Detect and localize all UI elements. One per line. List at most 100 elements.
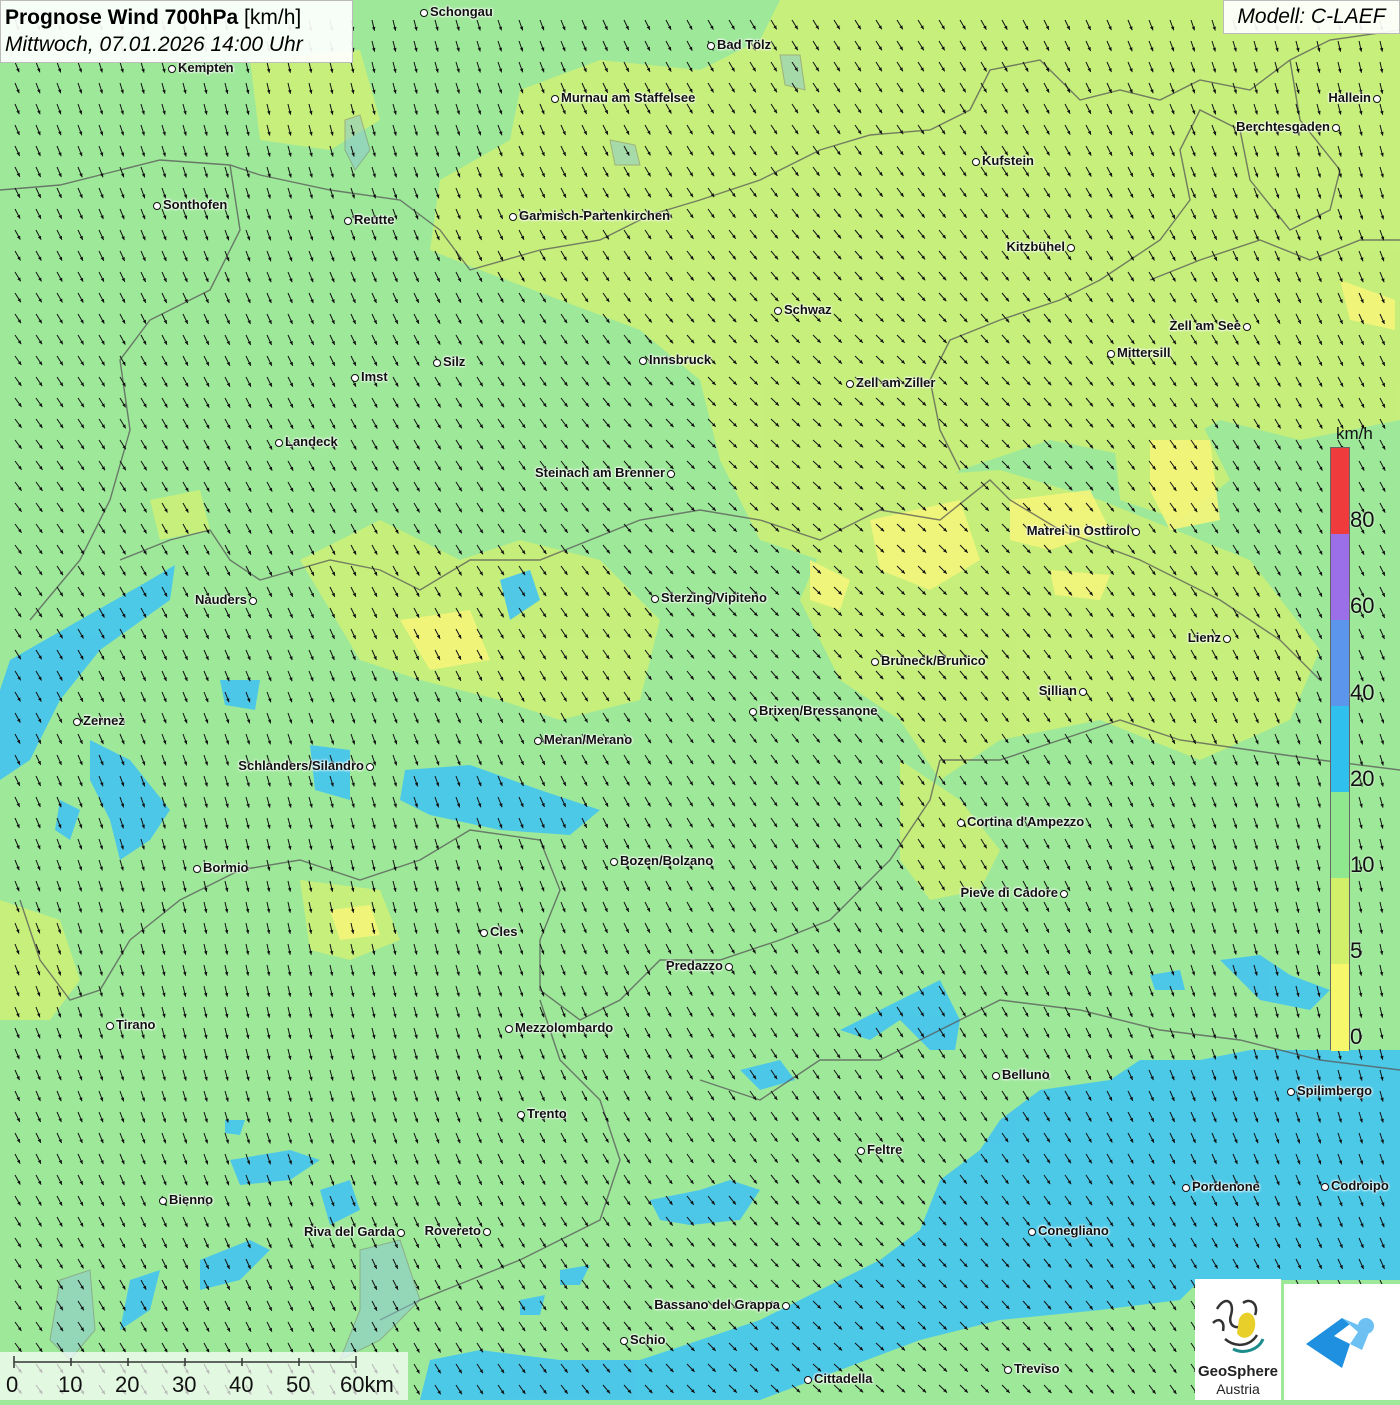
city-marker-icon — [1243, 323, 1251, 331]
city-label: Bormio — [203, 860, 249, 875]
city-marker-icon — [972, 158, 980, 166]
city-marker-icon — [667, 470, 675, 478]
city-marker-icon — [1107, 350, 1115, 358]
city-label: Treviso — [1014, 1361, 1060, 1376]
city-marker-icon — [992, 1072, 1000, 1080]
city-label: Zell am Ziller — [856, 375, 936, 390]
city-marker-icon — [153, 202, 161, 210]
city-label: Sillian — [1038, 683, 1077, 698]
geosphere-logo[interactable]: GeoSphere Austria — [1195, 1279, 1281, 1400]
scale-label-60km: 60km — [340, 1372, 394, 1397]
legend-segment-10 — [1331, 792, 1349, 878]
city-marker-icon — [707, 42, 715, 50]
city-label: Mezzolombardo — [515, 1020, 614, 1035]
city-marker-icon — [1028, 1228, 1036, 1236]
city-marker-icon — [433, 359, 441, 367]
city-label: Kempten — [178, 60, 234, 75]
city-marker-icon — [397, 1229, 405, 1237]
city-marker-icon — [551, 95, 559, 103]
city-marker-icon — [725, 963, 733, 971]
legend-segment-20 — [1331, 706, 1349, 792]
city-marker-icon — [1287, 1088, 1295, 1096]
city-marker-icon — [1132, 528, 1140, 536]
map-title: Prognose Wind 700hPa [km/h] — [5, 4, 348, 32]
scale-label-20: 20 — [115, 1372, 140, 1397]
city-label: Feltre — [867, 1142, 903, 1157]
city-label: Rovereto — [424, 1223, 481, 1238]
legend-label-0: 0 — [1350, 1024, 1363, 1049]
city-marker-icon — [1321, 1183, 1329, 1191]
map-title-main: Prognose Wind 700hPa — [5, 6, 239, 29]
cloud-arrow-icon — [1306, 1318, 1374, 1368]
legend-label-40: 40 — [1350, 680, 1375, 705]
city-marker-icon — [782, 1302, 790, 1310]
city-label: Schio — [630, 1332, 666, 1347]
geosphere-name: GeoSphere — [1197, 1363, 1279, 1380]
city-label: Innsbruck — [649, 352, 712, 367]
city-label: Berchtesgaden — [1236, 119, 1330, 134]
city-label: Mittersill — [1117, 345, 1171, 360]
model-label: Modell: C-LAEF — [1223, 0, 1400, 34]
city-marker-icon — [1182, 1184, 1190, 1192]
city-label: Reutte — [354, 212, 395, 227]
city-label: Trento — [527, 1106, 567, 1121]
city-label: Conegliano — [1038, 1223, 1109, 1238]
city-marker-icon — [749, 708, 757, 716]
forecast-datetime: Mittwoch, 07.01.2026 14:00 Uhr — [5, 33, 303, 56]
city-label: Bad Tölz — [717, 37, 772, 52]
city-label: Bruneck/Brunico — [881, 653, 986, 668]
city-marker-icon — [620, 1337, 628, 1345]
city-label: Bassano del Grappa — [654, 1297, 780, 1312]
city-label: Predazzo — [665, 958, 723, 973]
scale-label-30: 30 — [172, 1372, 197, 1397]
legend-colorbar — [1330, 447, 1350, 1051]
city-marker-icon — [1079, 688, 1087, 696]
city-label: Hallein — [1328, 90, 1371, 105]
title-box: Prognose Wind 700hPa [km/h] Mittwoch, 07… — [0, 0, 353, 63]
city-marker-icon — [957, 819, 965, 827]
city-label: Steinach am Brenner — [534, 465, 665, 480]
city-marker-icon — [193, 865, 201, 873]
city-marker-icon — [774, 307, 782, 315]
legend-segment-0 — [1331, 964, 1349, 1051]
city-label: Silz — [443, 354, 466, 369]
scale-label-50: 50 — [286, 1372, 311, 1397]
city-label: Landeck — [285, 434, 338, 449]
city-label: Cortina d'Ampezzo — [967, 814, 1085, 829]
city-marker-icon — [1332, 124, 1340, 132]
city-marker-icon — [534, 737, 542, 745]
city-marker-icon — [480, 929, 488, 937]
city-label: Murnau am Staffelsee — [561, 90, 696, 105]
city-marker-icon — [420, 9, 428, 17]
map-title-unit: [km/h] — [244, 6, 302, 29]
city-label: Kufstein — [982, 153, 1034, 168]
legend-segment-80 — [1331, 448, 1349, 534]
city-label: Meran/Merano — [544, 732, 633, 747]
city-marker-icon — [1067, 244, 1075, 252]
city-label: Sterzing/Vipiteno — [661, 590, 767, 605]
city-label: Pieve di Cadore — [960, 885, 1058, 900]
city-marker-icon — [1373, 95, 1381, 103]
city-label: Zernez — [83, 713, 125, 728]
city-marker-icon — [651, 595, 659, 603]
city-label: Schongau — [430, 4, 493, 19]
city-label: Pordenone — [1192, 1179, 1260, 1194]
city-marker-icon — [639, 357, 647, 365]
legend-label-10: 10 — [1350, 852, 1375, 877]
city-label: Lienz — [1187, 630, 1221, 645]
city-label: Cles — [490, 924, 518, 939]
city-label: Kitzbühel — [1006, 239, 1066, 254]
city-marker-icon — [106, 1022, 114, 1030]
legend-label-20: 20 — [1350, 766, 1375, 791]
city-label: Riva del Garda — [303, 1224, 395, 1239]
city-marker-icon — [73, 718, 81, 726]
weather-app-logo[interactable] — [1284, 1284, 1400, 1400]
city-marker-icon — [857, 1147, 865, 1155]
city-label: Bozen/Bolzano — [620, 853, 714, 868]
legend-segment-60 — [1331, 534, 1349, 620]
geosphere-emblem-icon — [1212, 1299, 1265, 1353]
city-label: Spilimbergo — [1297, 1083, 1373, 1098]
scale-label-0: 0 — [6, 1372, 19, 1397]
city-marker-icon — [517, 1111, 525, 1119]
city-label: Schwaz — [784, 302, 832, 317]
